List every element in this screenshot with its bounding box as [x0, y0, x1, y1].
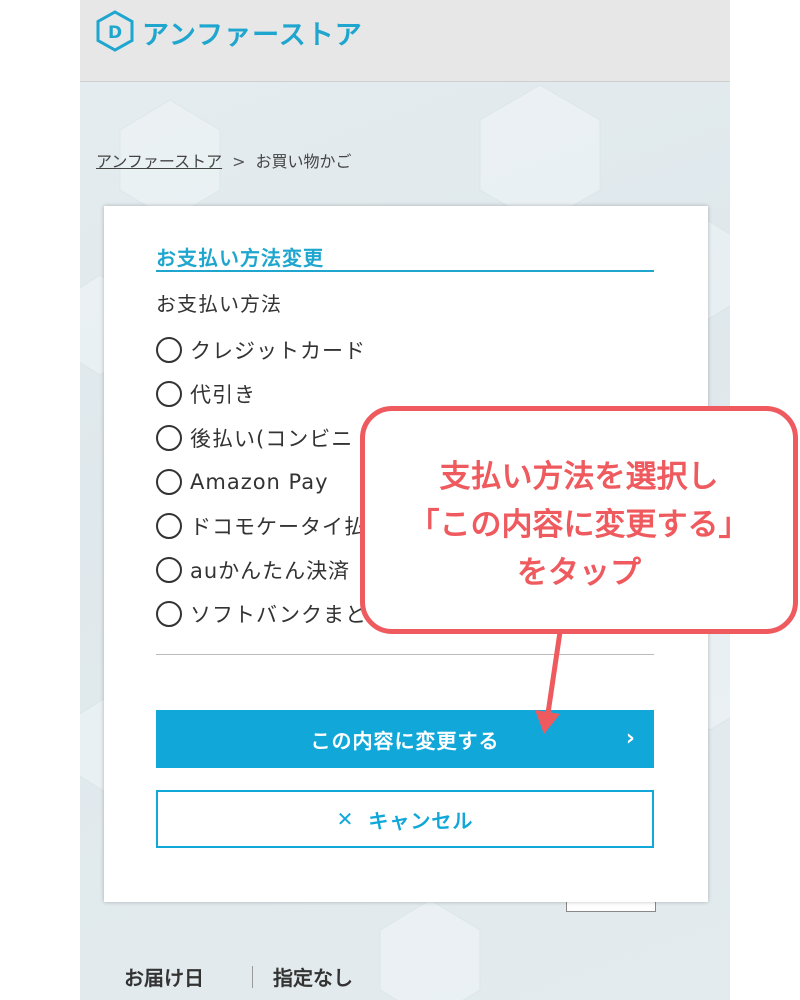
- modal-title: お支払い方法変更: [156, 242, 654, 272]
- radio-button[interactable]: [156, 381, 182, 407]
- radio-button[interactable]: [156, 425, 182, 451]
- option-label: クレジットカード: [190, 339, 366, 363]
- breadcrumb: アンファーストア > お買い物かご: [96, 148, 352, 172]
- callout-line-1: 支払い方法を選択し: [439, 459, 719, 495]
- instruction-callout: 支払い方法を選択し 「この内容に変更する」 をタップ: [360, 406, 798, 634]
- payment-method-label: お支払い方法: [156, 292, 282, 316]
- delivery-date-row: お届け日 指定なし: [124, 962, 353, 991]
- brand-name[interactable]: アンファーストア: [142, 13, 363, 52]
- cancel-label: キャンセル: [368, 808, 474, 833]
- radio-button[interactable]: [156, 469, 182, 495]
- breadcrumb-home-link[interactable]: アンファーストア: [96, 152, 222, 171]
- callout-text: 支払い方法を選択し 「この内容に変更する」 をタップ: [365, 453, 793, 597]
- option-label: Amazon Pay: [190, 470, 329, 494]
- cancel-button[interactable]: ✕ キャンセル: [156, 790, 654, 848]
- brand-logo-icon[interactable]: D: [94, 10, 136, 52]
- confirm-change-button[interactable]: この内容に変更する ›: [156, 710, 654, 768]
- radio-button[interactable]: [156, 557, 182, 583]
- close-icon: ✕: [336, 807, 355, 831]
- radio-button[interactable]: [156, 601, 182, 627]
- confirm-change-label: この内容に変更する: [310, 728, 500, 753]
- option-label: auかんたん決済: [190, 559, 351, 583]
- svg-text:D: D: [108, 23, 122, 43]
- radio-button[interactable]: [156, 513, 182, 539]
- delivery-date-label: お届け日: [124, 966, 204, 990]
- delivery-date-value[interactable]: 指定なし: [273, 962, 353, 991]
- callout-line-3: をタップ: [517, 555, 641, 591]
- callout-line-2: 「この内容に変更する」: [408, 507, 750, 543]
- arrow-down-icon: [535, 630, 563, 734]
- delivery-divider: [252, 965, 253, 988]
- payment-option-credit-card[interactable]: クレジットカード: [156, 328, 516, 372]
- divider: [156, 654, 654, 655]
- breadcrumb-current: お買い物かご: [255, 152, 352, 171]
- option-label: 代引き: [190, 383, 256, 407]
- breadcrumb-separator: >: [232, 152, 246, 171]
- chevron-right-icon: ›: [625, 726, 636, 751]
- option-label: ドコモケータイ払い: [190, 515, 388, 539]
- app-header: D アンファーストア: [80, 0, 730, 82]
- radio-button[interactable]: [156, 337, 182, 363]
